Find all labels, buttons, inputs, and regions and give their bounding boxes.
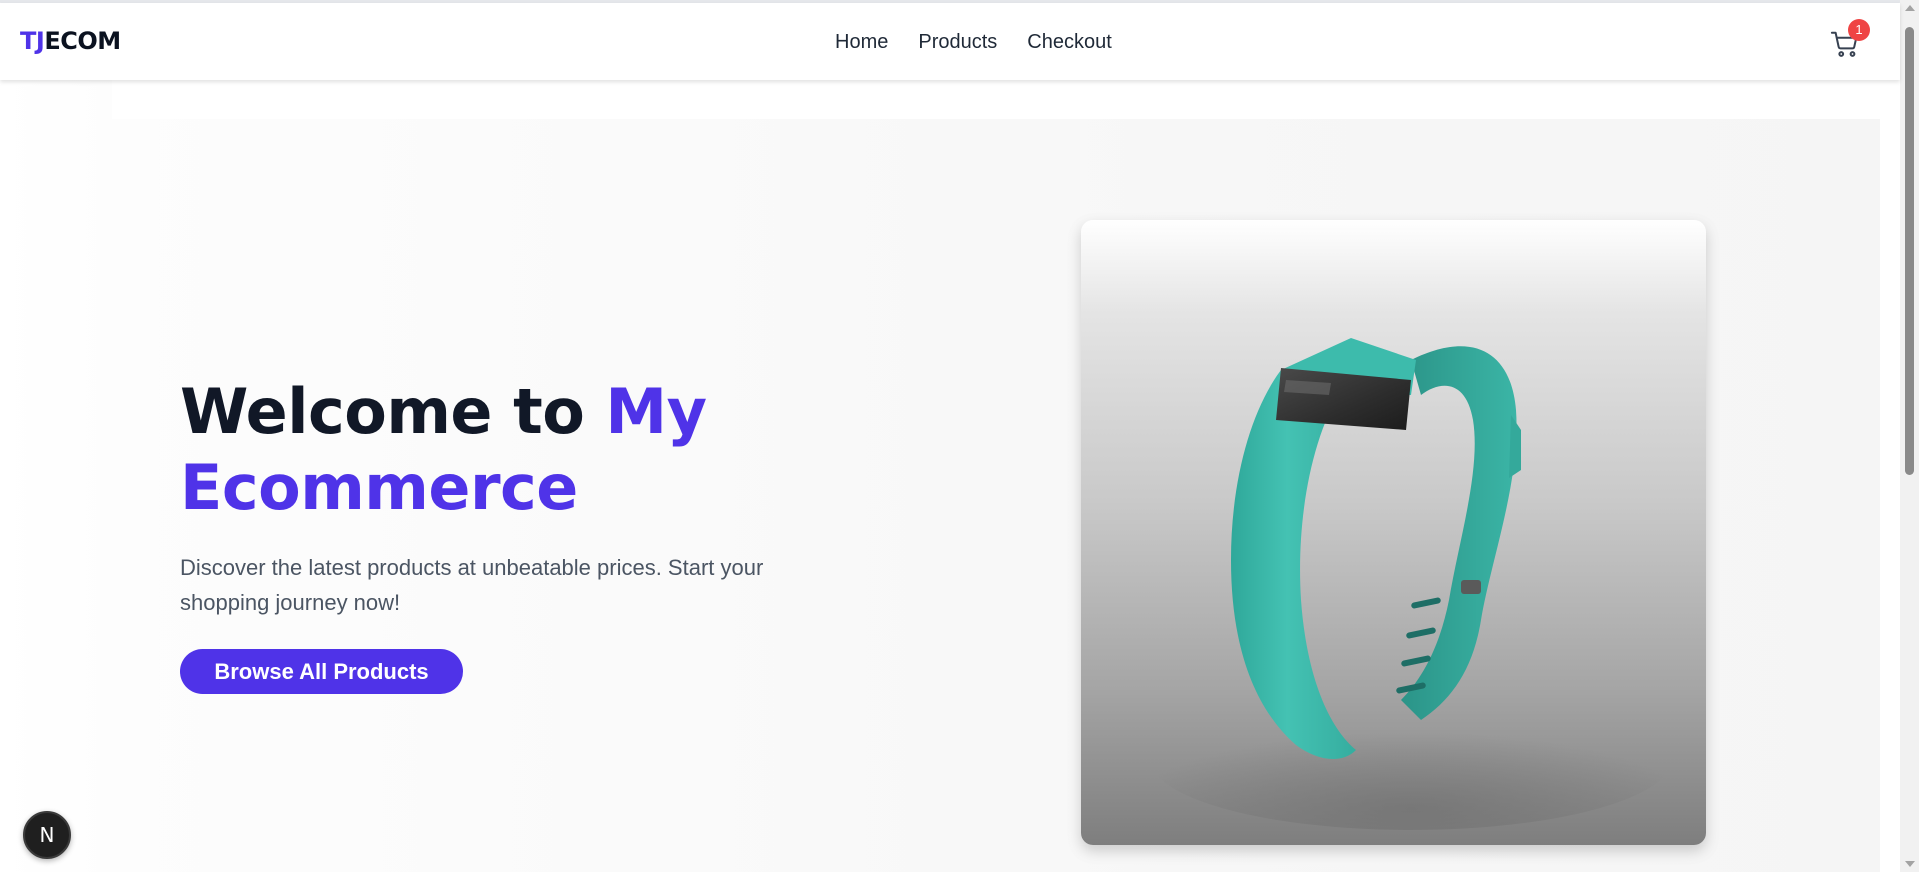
fitness-tracker-image <box>1151 338 1671 830</box>
scroll-down-icon[interactable] <box>1905 861 1915 867</box>
hero-title-accent-my: My <box>605 375 707 448</box>
dev-tools-badge[interactable]: N <box>23 811 71 859</box>
scroll-thumb[interactable] <box>1905 27 1914 475</box>
nav-link-checkout[interactable]: Checkout <box>1027 32 1112 52</box>
nav-link-home[interactable]: Home <box>835 32 888 52</box>
site-header: TJECOM Home Products Checkout 1 <box>0 3 1900 80</box>
logo-part-ecom: ECOM <box>44 27 121 55</box>
vertical-scrollbar[interactable] <box>1900 0 1919 872</box>
logo-part-tj: TJ <box>20 27 45 55</box>
page: TJECOM Home Products Checkout 1 Welcome … <box>0 0 1919 872</box>
hero-left-fade <box>0 80 112 872</box>
nav-link-products[interactable]: Products <box>918 32 997 52</box>
cart-count-badge: 1 <box>1848 19 1870 41</box>
hero-title-accent-ecommerce: Ecommerce <box>180 451 578 524</box>
brand-logo[interactable]: TJECOM <box>20 29 121 53</box>
hero-description: Discover the latest products at unbeatab… <box>180 555 764 615</box>
hero-title: Welcome to My Ecommerce <box>180 374 880 526</box>
hero-product-image <box>1081 220 1706 845</box>
cart-button[interactable]: 1 <box>1830 19 1870 59</box>
hero-title-text: Welcome to <box>180 375 606 448</box>
scroll-up-icon[interactable] <box>1905 5 1915 11</box>
browse-all-products-button[interactable]: Browse All Products <box>180 649 463 694</box>
main-nav: Home Products Checkout <box>835 32 1112 52</box>
